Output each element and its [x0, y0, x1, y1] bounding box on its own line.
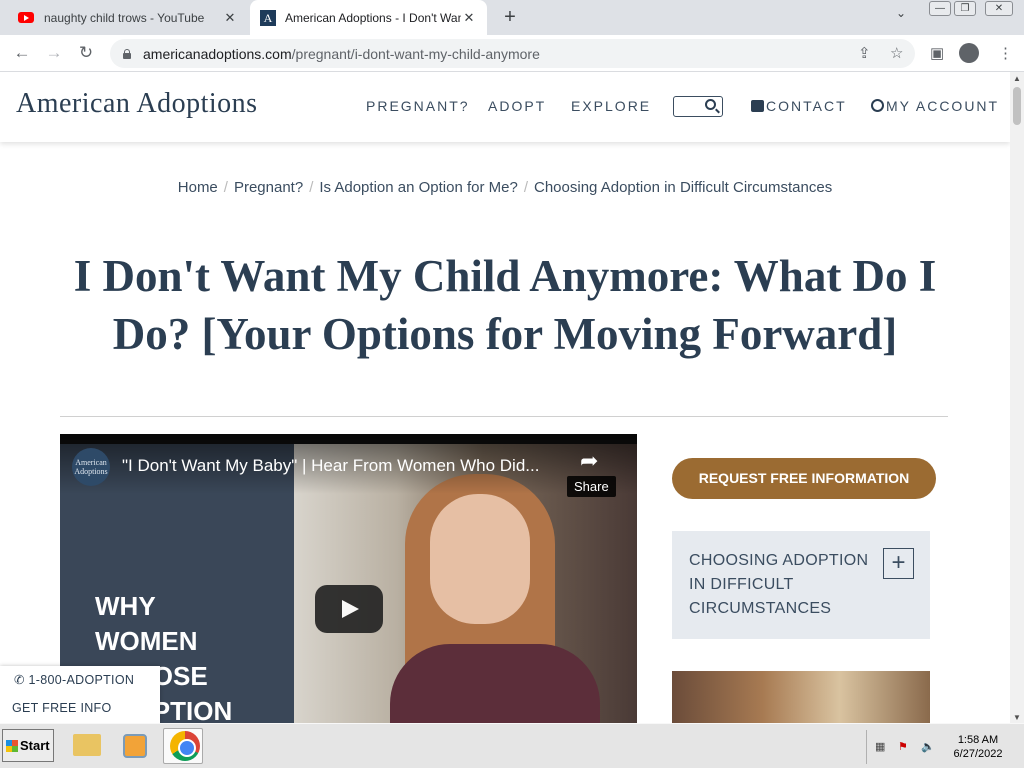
start-label: Start: [20, 738, 50, 753]
breadcrumb-separator: /: [523, 179, 528, 196]
nav-adopt[interactable]: ADOPT: [488, 98, 546, 114]
phone-number: 1-800-ADOPTION: [28, 673, 135, 687]
scrollbar-thumb[interactable]: [1013, 87, 1021, 125]
media-player-icon: [123, 734, 147, 758]
breadcrumb-separator: /: [223, 179, 228, 196]
clock-date: 6/27/2022: [953, 748, 1003, 760]
back-icon[interactable]: ←: [12, 43, 32, 63]
youtube-icon: [18, 12, 34, 23]
profile-icon[interactable]: [959, 43, 979, 63]
site-header: American Adoptions PREGNANT? ADOPT EXPLO…: [0, 72, 1010, 142]
breadcrumb-pregnant[interactable]: Pregnant?: [234, 179, 303, 196]
close-icon[interactable]: ✕: [222, 10, 238, 26]
new-tab-button[interactable]: +: [500, 6, 520, 28]
close-icon[interactable]: ✕: [461, 10, 477, 26]
url-domain: americanadoptions.com: [143, 45, 292, 62]
security-alert-icon[interactable]: ⚑: [898, 740, 912, 753]
user-icon: [871, 99, 884, 112]
sidebar-image[interactable]: [672, 671, 930, 723]
taskbar-explorer[interactable]: [67, 728, 107, 764]
breadcrumb-adoption-option[interactable]: Is Adoption an Option for Me?: [319, 179, 517, 196]
chrome-icon: [170, 731, 200, 761]
menu-icon[interactable]: ⋮: [998, 44, 1013, 62]
breadcrumb-home[interactable]: Home: [178, 179, 218, 196]
start-button[interactable]: Start: [2, 729, 54, 762]
get-free-info-link[interactable]: GET FREE INFO: [12, 701, 112, 715]
overlay-line: WOMEN: [95, 626, 198, 656]
taskbar-chrome[interactable]: [163, 728, 203, 764]
site-favicon-icon: A: [260, 9, 276, 26]
video-person-face: [430, 494, 530, 624]
breadcrumb-separator: /: [309, 179, 314, 196]
tab-youtube[interactable]: naughty child trows - YouTube ✕: [8, 0, 248, 35]
forward-icon[interactable]: →: [44, 43, 64, 63]
tab-search-chevron-icon[interactable]: ⌄: [896, 6, 906, 20]
phone-icon: ✆: [14, 673, 29, 687]
search-button[interactable]: [673, 96, 723, 117]
play-button[interactable]: [315, 585, 383, 633]
volume-icon[interactable]: 🔈: [921, 740, 935, 753]
side-panel-icon[interactable]: ▣: [930, 44, 944, 62]
expand-plus-icon[interactable]: +: [883, 548, 914, 579]
tab-title: naughty child trows - YouTube: [44, 10, 205, 25]
sticky-contact-box: ✆ 1-800-ADOPTION GET FREE INFO: [0, 666, 160, 723]
channel-logo[interactable]: American Adoptions: [72, 448, 110, 486]
minimize-button[interactable]: —: [929, 1, 951, 16]
accordion-label: CHOOSING ADOPTION IN DIFFICULT CIRCUMSTA…: [689, 552, 869, 617]
chat-icon: [751, 100, 764, 112]
browser-toolbar: ← → ↻ americanadoptions.com/pregnant/i-d…: [0, 35, 1024, 72]
web-page: American Adoptions PREGNANT? ADOPT EXPLO…: [0, 72, 1010, 723]
request-info-button[interactable]: REQUEST FREE INFORMATION: [672, 458, 936, 499]
folder-icon: [73, 734, 101, 756]
restore-button[interactable]: ❐: [954, 1, 976, 16]
page-title: I Don't Want My Child Anymore: What Do I…: [73, 251, 937, 359]
reload-icon[interactable]: ↻: [76, 43, 96, 63]
tab-title: American Adoptions - I Don't Want My Chi…: [285, 10, 461, 25]
site-logo[interactable]: American Adoptions: [16, 88, 258, 120]
network-icon[interactable]: ▦: [875, 740, 889, 753]
phone-link[interactable]: ✆ 1-800-ADOPTION: [14, 672, 134, 687]
taskbar-media-player[interactable]: [115, 728, 155, 764]
video-person-shirt: [390, 644, 600, 723]
divider: [60, 416, 948, 417]
clock-time: 1:58 AM: [957, 734, 999, 746]
star-icon[interactable]: ☆: [890, 44, 903, 62]
breadcrumb: Home / Pregnant? / Is Adoption an Option for…: [0, 179, 1010, 196]
nav-explore[interactable]: EXPLORE: [571, 98, 651, 114]
nav-account-label: MY ACCOUNT: [886, 98, 1000, 114]
windows-flag-icon: [6, 740, 18, 752]
tab-american-adoptions[interactable]: A American Adoptions - I Don't Want My C…: [250, 0, 487, 35]
accordion-difficult-circumstances[interactable]: CHOOSING ADOPTION IN DIFFICULT CIRCUMSTA…: [672, 531, 930, 639]
scroll-up-icon[interactable]: ▲: [1013, 74, 1021, 83]
page-scrollbar[interactable]: ▲ ▼: [1010, 72, 1024, 723]
nav-contact-label: CONTACT: [766, 98, 847, 114]
window-close-button[interactable]: ✕: [985, 1, 1013, 16]
search-icon: [705, 99, 716, 110]
scroll-down-icon[interactable]: ▼: [1013, 713, 1021, 722]
breadcrumb-difficult-circumstances[interactable]: Choosing Adoption in Difficult Circumsta…: [534, 179, 832, 196]
share-tooltip: Share: [567, 476, 616, 497]
nav-contact[interactable]: CONTACT: [751, 98, 847, 114]
url-path: /pregnant/i-dont-want-my-child-anymore: [291, 45, 540, 62]
tab-strip: naughty child trows - YouTube ✕ A Americ…: [0, 0, 1024, 35]
nav-pregnant[interactable]: PREGNANT?: [366, 98, 470, 114]
system-tray: ▦ ⚑ 🔈 1:58 AM 6/27/2022: [866, 730, 1024, 764]
address-bar[interactable]: americanadoptions.com/pregnant/i-dont-wa…: [110, 39, 915, 68]
share-icon[interactable]: ⇪: [858, 44, 871, 62]
clock[interactable]: 1:58 AM 6/27/2022: [947, 733, 1009, 761]
lock-icon[interactable]: [122, 48, 132, 59]
video-title[interactable]: "I Don't Want My Baby" | Hear From Women…: [122, 456, 562, 476]
overlay-line: WHY: [95, 591, 156, 621]
nav-my-account[interactable]: MY ACCOUNT: [871, 98, 999, 114]
share-arrow-icon[interactable]: ➦: [580, 448, 598, 474]
taskbar: Start ▦ ⚑ 🔈 1:58 AM 6/27/2022: [0, 723, 1024, 768]
